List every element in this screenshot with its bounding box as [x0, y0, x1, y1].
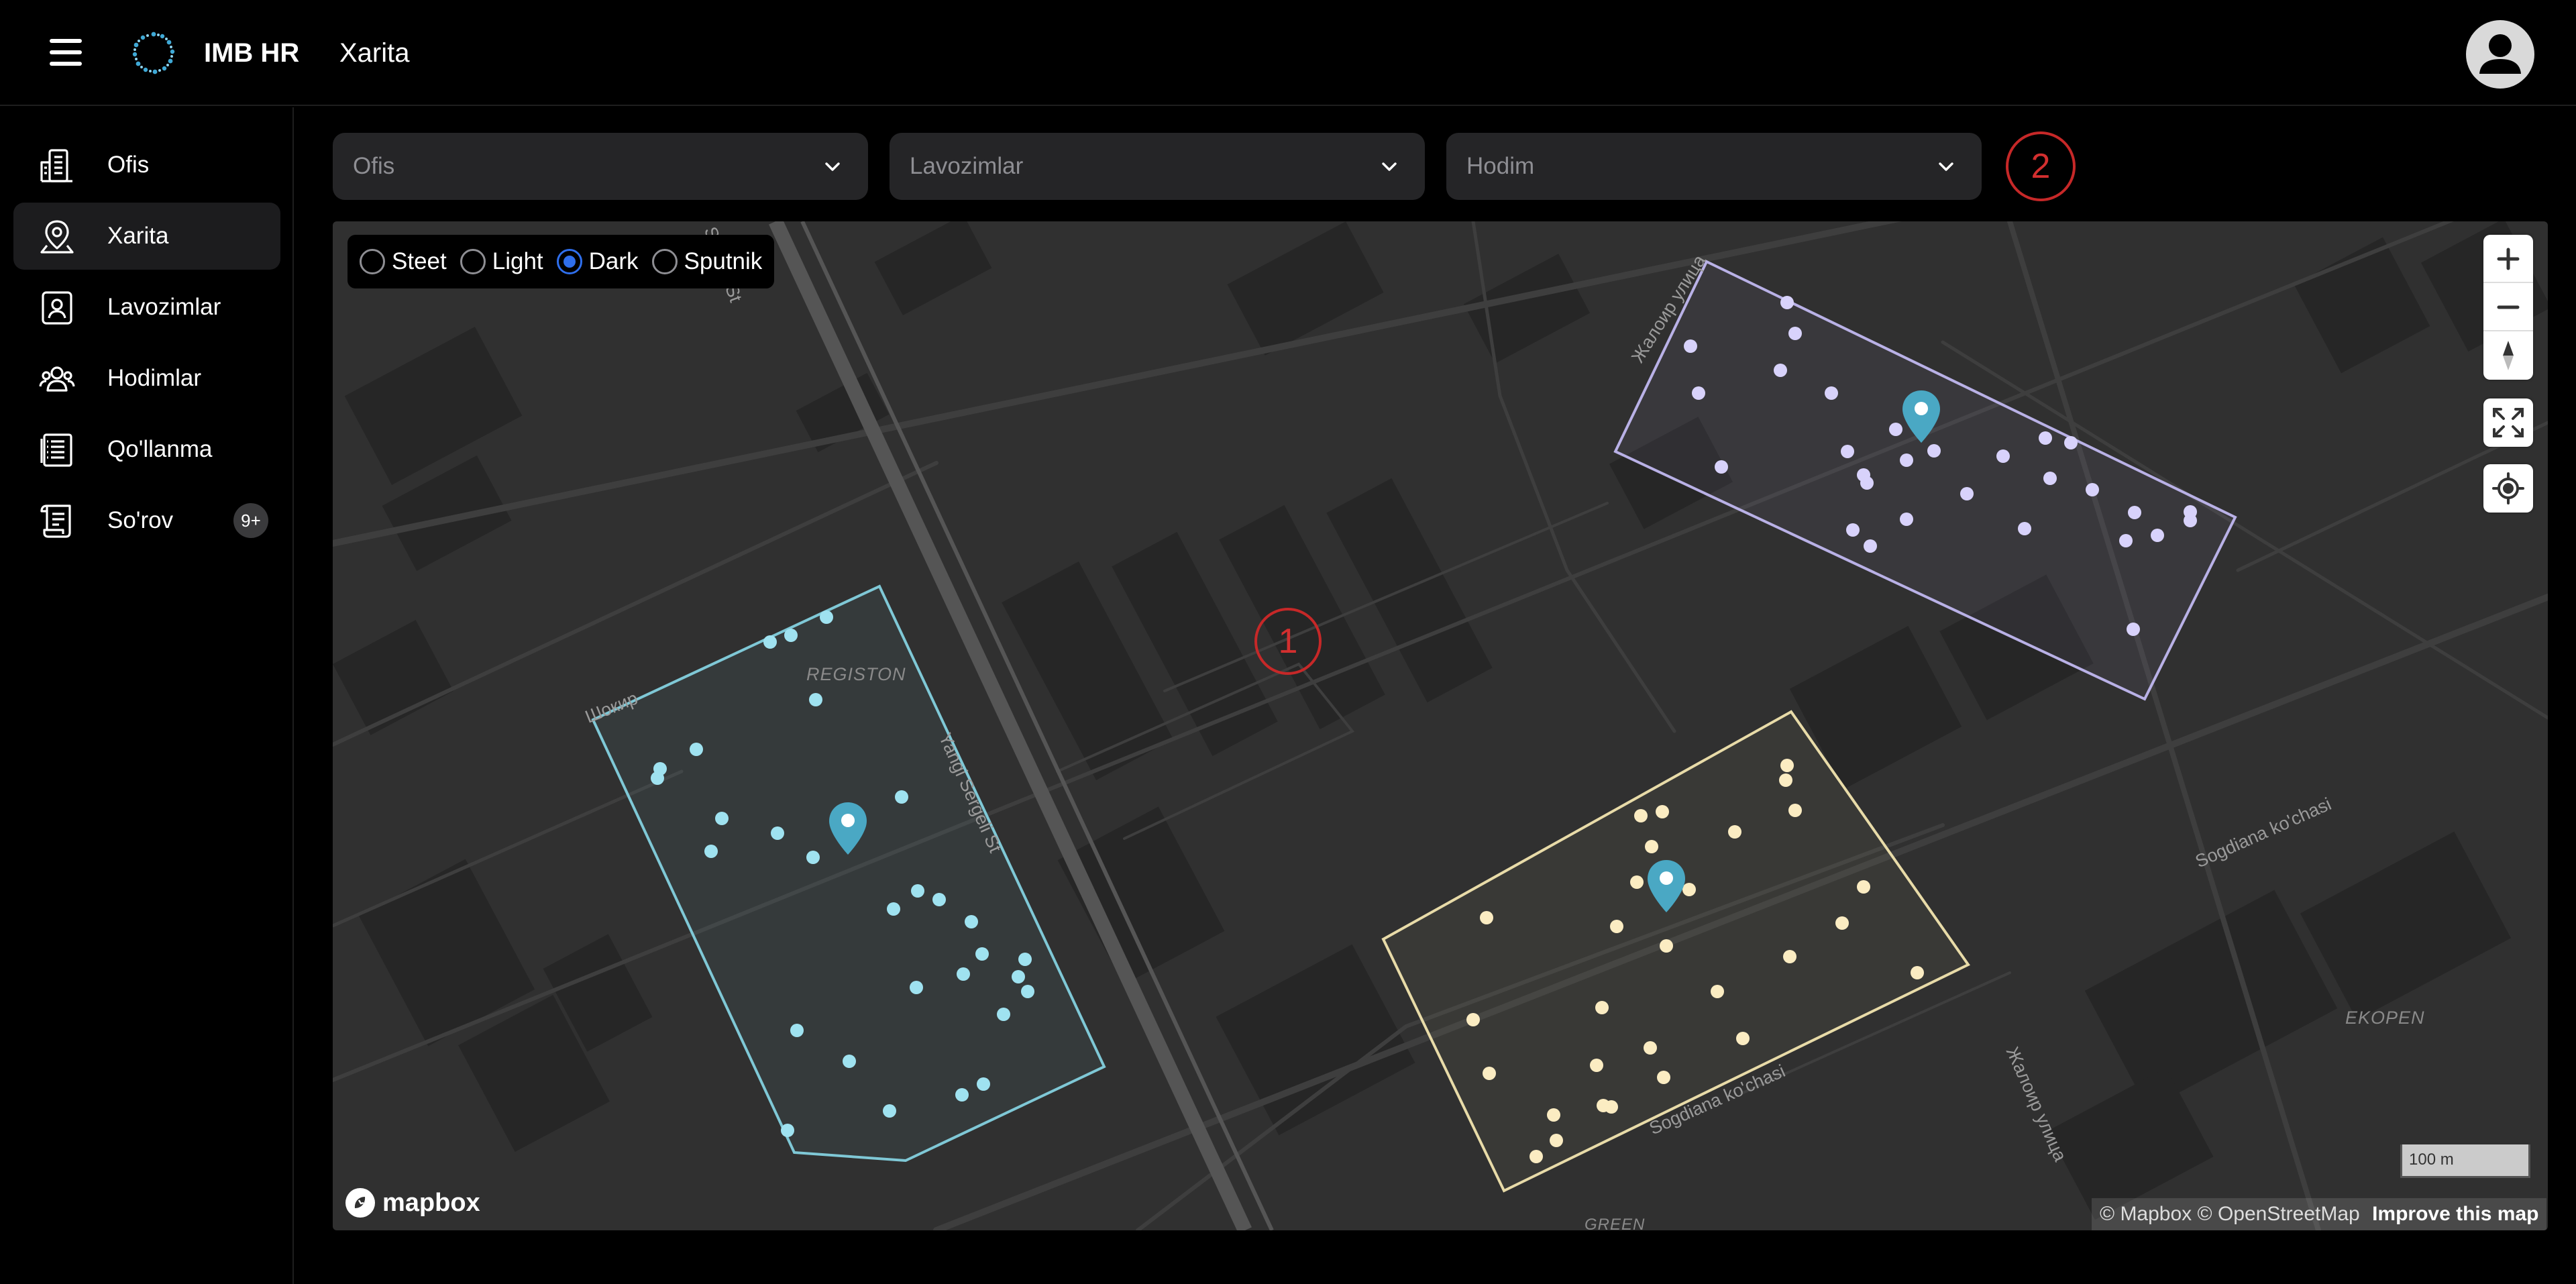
style-option-sputnik[interactable]: Sputnik	[651, 247, 763, 276]
sidebar-item-label: Xarita	[107, 223, 169, 249]
user-icon	[2479, 34, 2521, 74]
map-attribution: © Mapbox © OpenStreetMap Improve this ma…	[2092, 1198, 2547, 1230]
sidebar: Ofis Xarita Lavozimlar Hodimlar Qo'llanm…	[0, 107, 294, 1284]
style-option-label: Steet	[392, 248, 447, 274]
id-card-icon	[42, 291, 72, 325]
fullscreen-icon	[2493, 408, 2524, 437]
mapbox-logo[interactable]: mapbox	[343, 1186, 480, 1220]
office-select-value: Ofis	[353, 153, 395, 179]
employee-select-value: Hodim	[1466, 153, 1535, 179]
mapbox-icon	[345, 1188, 375, 1218]
map-scale: 100 m	[2400, 1144, 2530, 1178]
style-option-label: Light	[492, 248, 543, 274]
style-option-label: Dark	[588, 248, 639, 274]
chevron-down-icon	[1939, 162, 1953, 171]
manual-icon	[40, 433, 72, 467]
radio-dark[interactable]	[556, 249, 582, 274]
style-option-dark[interactable]: Dark	[556, 247, 639, 276]
sidebar-item-label: Lavozimlar	[107, 294, 221, 320]
geolocate-button[interactable]	[2483, 464, 2533, 513]
zone-purple-polygon	[1613, 260, 2237, 701]
page-title: Xarita	[339, 38, 410, 68]
fullscreen-button[interactable]	[2483, 398, 2533, 447]
plus-icon	[2497, 248, 2520, 270]
user-avatar[interactable]	[2466, 20, 2534, 89]
chevron-down-icon	[825, 162, 840, 171]
style-option-light[interactable]: Light	[460, 247, 543, 276]
sidebar-item-label: Qo'llanma	[107, 436, 213, 462]
office-select[interactable]: Ofis	[333, 133, 868, 200]
notification-badge: 9+	[233, 503, 268, 538]
positions-select-value: Lavozimlar	[910, 153, 1024, 179]
compass-button[interactable]	[2483, 331, 2533, 380]
sidebar-item-ofis[interactable]: Ofis	[13, 131, 280, 199]
menu-icon[interactable]	[50, 38, 83, 67]
building-icon	[40, 149, 72, 182]
scroll-icon	[40, 504, 71, 538]
zoom-in-button[interactable]	[2483, 235, 2533, 283]
map-style-switcher: Steet Light Dark Sputnik	[347, 235, 775, 288]
zoom-controls	[2483, 235, 2533, 380]
compass-icon	[2503, 341, 2514, 370]
minus-icon	[2497, 305, 2520, 309]
map[interactable]: REGISTON Yangi Sergeli St Sergeli St Шок…	[333, 221, 2548, 1230]
mapbox-wordmark: mapbox	[382, 1188, 480, 1217]
sidebar-item-lavozimlar[interactable]: Lavozimlar	[13, 274, 280, 341]
step-badge-map: 1	[1254, 608, 1322, 675]
radio-sputnik[interactable]	[651, 249, 678, 274]
step-badge-filters: 2	[2006, 131, 2076, 201]
location-target-icon	[2492, 472, 2524, 504]
fullscreen-control	[2483, 398, 2533, 447]
style-option-label: Sputnik	[684, 248, 763, 274]
sidebar-item-sorov[interactable]: So'rov 9+	[13, 487, 280, 554]
users-icon	[39, 366, 75, 392]
brand-name: IMB HR	[204, 38, 300, 68]
area-label-ekopen: EKOPEN	[2345, 1008, 2425, 1028]
radio-street[interactable]	[360, 249, 385, 274]
radio-light[interactable]	[460, 249, 486, 274]
map-canvas[interactable]	[333, 221, 2548, 1230]
zoom-out-button[interactable]	[2483, 283, 2533, 331]
geolocate-control	[2483, 464, 2533, 513]
sidebar-item-label: So'rov	[107, 507, 174, 533]
positions-select[interactable]: Lavozimlar	[890, 133, 1425, 200]
sidebar-item-xarita[interactable]: Xarita	[13, 203, 280, 270]
map-pin-icon	[40, 220, 74, 254]
sidebar-item-qollanma[interactable]: Qo'llanma	[13, 416, 280, 483]
sidebar-item-label: Ofis	[107, 152, 150, 178]
sidebar-item-hodimlar[interactable]: Hodimlar	[13, 345, 280, 412]
logo-icon	[132, 32, 175, 74]
improve-map-link[interactable]: Improve this map	[2372, 1203, 2538, 1225]
top-bar: IMB HR Xarita	[0, 0, 2576, 106]
area-label-green: GREEN	[1585, 1216, 1646, 1230]
employee-select[interactable]: Hodim	[1446, 133, 1982, 200]
attribution-text[interactable]: © Mapbox © OpenStreetMap	[2100, 1203, 2360, 1225]
sidebar-item-label: Hodimlar	[107, 365, 202, 391]
style-option-street[interactable]: Steet	[360, 247, 447, 276]
chevron-down-icon	[1382, 162, 1397, 171]
area-label-registon: REGISTON	[806, 664, 906, 684]
